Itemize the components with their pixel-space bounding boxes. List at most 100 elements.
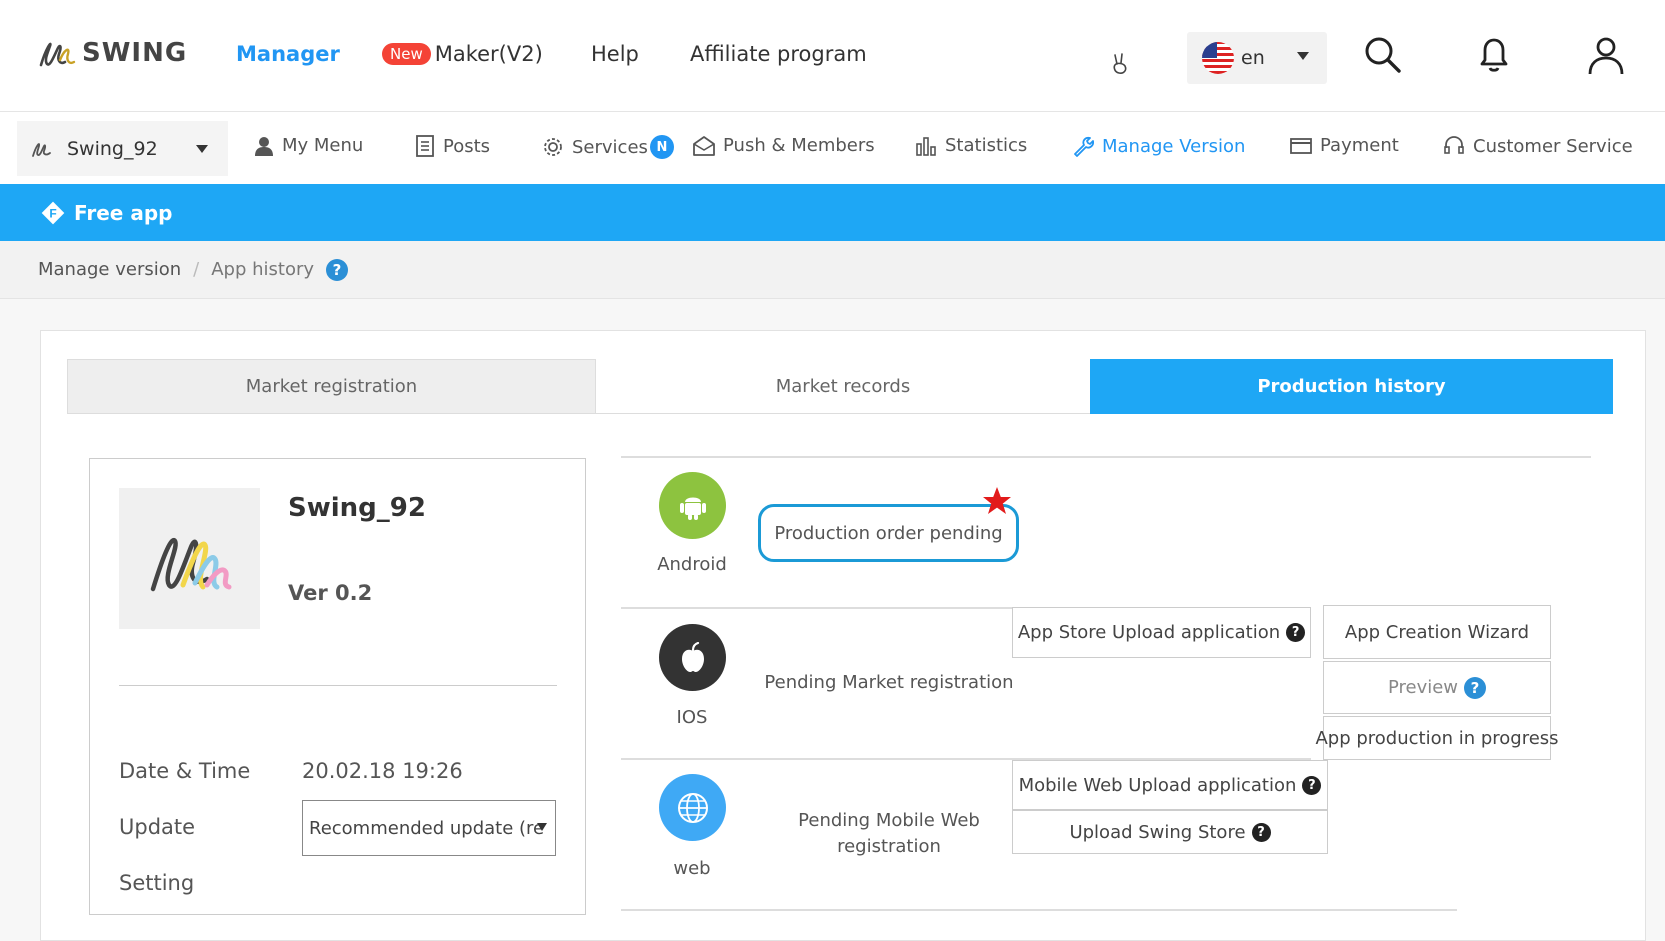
menu-services-label: Services bbox=[572, 136, 648, 158]
row-divider bbox=[621, 909, 1457, 911]
app-selector[interactable]: Swing_92 bbox=[17, 121, 228, 176]
card-divider bbox=[119, 685, 557, 686]
swing-app-logo-icon bbox=[150, 537, 231, 591]
caret-down-icon bbox=[537, 823, 547, 831]
help-question-icon[interactable]: ? bbox=[1286, 623, 1306, 642]
app-selector-name: Swing_92 bbox=[67, 137, 158, 160]
headset-icon bbox=[1444, 136, 1464, 154]
android-icon bbox=[659, 472, 726, 539]
breadcrumb: Manage version / App history ? bbox=[0, 241, 1665, 299]
new-badge: New bbox=[382, 43, 431, 65]
search-icon[interactable] bbox=[1364, 36, 1402, 78]
plan-bar: F Free app bbox=[0, 184, 1665, 241]
app-production-progress-button[interactable]: App production in progress bbox=[1315, 716, 1559, 760]
mobile-web-upload-label: Mobile Web Upload application bbox=[1018, 774, 1297, 796]
menu-my-menu[interactable]: My Menu bbox=[254, 135, 363, 156]
wrench-icon bbox=[1074, 136, 1094, 157]
upload-swing-store-button[interactable]: Upload Swing Store ? bbox=[1012, 810, 1328, 854]
app-store-upload-label: App Store Upload application bbox=[1017, 622, 1281, 643]
tab-production-history[interactable]: Production history bbox=[1090, 359, 1613, 414]
update-label: Update bbox=[119, 815, 196, 839]
menu-services[interactable]: Services N bbox=[542, 135, 674, 159]
update-type-select[interactable]: Recommended update (re bbox=[302, 800, 556, 856]
ios-status-pending: Pending Market registration bbox=[764, 672, 1014, 693]
nav-maker[interactable]: New Maker(V2) bbox=[382, 42, 543, 66]
bell-icon[interactable] bbox=[1476, 36, 1512, 78]
sub-navigation: Swing_92 My Menu Posts Services N Push &… bbox=[0, 113, 1665, 184]
language-selector[interactable]: en bbox=[1187, 32, 1327, 84]
app-creation-wizard-button[interactable]: App Creation Wizard bbox=[1323, 605, 1551, 659]
menu-manage-version[interactable]: Manage Version bbox=[1072, 135, 1245, 157]
menu-payment-label: Payment bbox=[1320, 135, 1399, 156]
app-name: Swing_92 bbox=[288, 493, 426, 523]
envelope-open-icon bbox=[693, 135, 715, 156]
help-question-icon[interactable]: ? bbox=[1251, 822, 1271, 842]
app-version: Ver 0.2 bbox=[288, 581, 373, 605]
app-logo-icon bbox=[32, 142, 51, 157]
nav-manager[interactable]: Manager bbox=[236, 42, 340, 66]
app-info-card: Swing_92 Ver 0.2 Date & Time 20.02.18 19… bbox=[89, 458, 586, 915]
person-icon bbox=[255, 136, 273, 156]
apple-icon bbox=[659, 624, 726, 691]
new-indicator-badge: N bbox=[649, 135, 674, 159]
web-status-line-2: registration bbox=[837, 836, 941, 857]
us-flag-icon bbox=[1202, 42, 1234, 74]
menu-manage-version-label: Manage Version bbox=[1102, 135, 1246, 157]
menu-statistics-label: Statistics bbox=[945, 135, 1028, 156]
help-question-icon[interactable]: ? bbox=[1464, 676, 1487, 699]
bar-chart-icon bbox=[916, 136, 936, 156]
menu-customer-service[interactable]: Customer Service bbox=[1443, 135, 1633, 157]
app-thumbnail bbox=[119, 488, 260, 629]
android-label: Android bbox=[657, 554, 727, 575]
globe-icon bbox=[659, 774, 726, 841]
tab-market-records[interactable]: Market records bbox=[596, 359, 1090, 414]
brand-logo[interactable]: SWING bbox=[38, 38, 187, 68]
nav-maker-label: Maker(V2) bbox=[434, 42, 543, 66]
help-question-icon[interactable]: ? bbox=[1302, 775, 1322, 795]
red-star-icon bbox=[981, 485, 1013, 521]
preview-button[interactable]: Preview ? bbox=[1323, 661, 1551, 714]
menu-customer-service-label: Customer Service bbox=[1473, 135, 1633, 157]
top-header: SWING Manager New Maker(V2) Help Affilia… bbox=[0, 0, 1665, 112]
setting-label: Setting bbox=[119, 871, 195, 895]
upload-swing-store-label: Upload Swing Store bbox=[1069, 821, 1246, 843]
web-label: web bbox=[673, 858, 711, 879]
chevron-down-icon bbox=[1297, 52, 1309, 60]
row-divider bbox=[621, 456, 1591, 458]
date-time-value: 20.02.18 19:26 bbox=[302, 759, 463, 783]
swing-logo-icon bbox=[39, 42, 76, 67]
free-plan-diamond-icon: F bbox=[41, 201, 65, 224]
credit-card-icon bbox=[1290, 137, 1312, 154]
caret-down-icon bbox=[196, 145, 208, 153]
menu-statistics[interactable]: Statistics bbox=[915, 135, 1027, 156]
date-time-label: Date & Time bbox=[119, 759, 251, 783]
breadcrumb-current: App history bbox=[211, 259, 315, 280]
breadcrumb-separator: / bbox=[193, 259, 200, 280]
ios-label: IOS bbox=[676, 707, 708, 728]
menu-my-menu-label: My Menu bbox=[282, 135, 364, 156]
language-label: en bbox=[1241, 47, 1265, 69]
menu-posts[interactable]: Posts bbox=[415, 135, 490, 157]
help-question-icon[interactable]: ? bbox=[326, 258, 349, 281]
app-store-upload-button[interactable]: App Store Upload application ? bbox=[1012, 607, 1311, 658]
android-status-pending: Production order pending bbox=[758, 504, 1019, 562]
web-status-line-1: Pending Mobile Web bbox=[798, 810, 980, 831]
nav-affiliate-program[interactable]: Affiliate program bbox=[690, 42, 867, 66]
breadcrumb-root[interactable]: Manage version bbox=[38, 259, 181, 280]
nav-help[interactable]: Help bbox=[591, 42, 639, 66]
mobile-web-upload-button[interactable]: Mobile Web Upload application ? bbox=[1012, 760, 1328, 810]
brand-name: SWING bbox=[82, 38, 188, 68]
plan-label: Free app bbox=[74, 200, 173, 225]
menu-push-members[interactable]: Push & Members bbox=[693, 135, 875, 156]
menu-posts-label: Posts bbox=[443, 135, 491, 157]
peace-hand-icon[interactable] bbox=[1110, 52, 1132, 80]
tab-market-registration[interactable]: Market registration bbox=[67, 359, 596, 414]
document-list-icon bbox=[416, 135, 434, 157]
user-profile-icon[interactable] bbox=[1587, 36, 1625, 80]
menu-payment[interactable]: Payment bbox=[1290, 135, 1399, 156]
gear-icon bbox=[544, 138, 562, 156]
plan-badge-letter: F bbox=[49, 206, 56, 220]
preview-label: Preview bbox=[1387, 677, 1459, 698]
menu-push-members-label: Push & Members bbox=[723, 135, 875, 156]
update-type-value: Recommended update (re bbox=[309, 817, 545, 839]
